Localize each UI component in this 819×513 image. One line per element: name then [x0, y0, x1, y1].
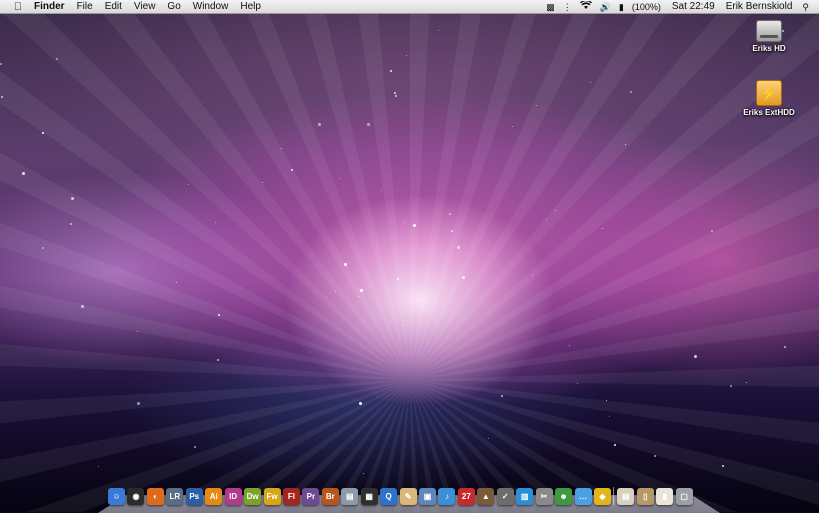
- menu-file[interactable]: File: [71, 0, 99, 14]
- star: [41, 132, 44, 135]
- apple-icon[interactable]: : [8, 0, 28, 14]
- star: [437, 29, 439, 31]
- star: [602, 227, 604, 229]
- dock-item-trash[interactable]: ▢: [675, 488, 693, 505]
- menu-edit[interactable]: Edit: [99, 0, 128, 14]
- dock-item-chart[interactable]: ▥: [516, 488, 534, 505]
- dock-item-accounts[interactable]: ☻: [555, 488, 573, 505]
- star: [358, 401, 362, 405]
- menu-help[interactable]: Help: [234, 0, 267, 14]
- star: [70, 196, 74, 200]
- dock: ☺ ◉ ◐ LR Ps Ai ID Dw Fw Fl Pr Br ▤ ▦ Q ✎ ▣ ♪ 27 ▲ ✓ ▥ ✂ ☻… ◆ ▤ ▯ ▮ ▢: [108, 485, 695, 505]
- menu-window[interactable]: Window: [187, 0, 235, 14]
- star: [404, 221, 406, 223]
- star: [393, 92, 396, 95]
- dock-item-utilities[interactable]: ✂: [535, 488, 553, 505]
- bluetooth-icon[interactable]: ⋮: [559, 0, 576, 14]
- star: [412, 223, 416, 227]
- dock-item-adium[interactable]: ◆: [593, 488, 611, 505]
- star: [609, 415, 611, 417]
- star: [710, 229, 713, 232]
- user-name[interactable]: Erik Bernskiold: [722, 0, 797, 14]
- menu-view[interactable]: View: [128, 0, 162, 14]
- clock[interactable]: Sat 22:49: [665, 0, 722, 14]
- dock-item-itunes[interactable]: ♪: [438, 488, 456, 505]
- dock-item-keynote[interactable]: ▲: [477, 488, 495, 505]
- dock-item-dreamweaver[interactable]: Dw: [244, 488, 262, 505]
- star: [629, 90, 632, 93]
- desktop-icon-label: Eriks ExtHDD: [743, 108, 795, 117]
- star: [448, 212, 451, 215]
- star: [554, 209, 556, 211]
- dock-item-quicktime[interactable]: Q: [380, 488, 398, 505]
- spotlight-icon[interactable]: ⚲: [796, 0, 815, 14]
- dock-item-script-editor[interactable]: ✓: [496, 488, 514, 505]
- star: [693, 355, 697, 359]
- star: [722, 464, 725, 467]
- star: [500, 394, 503, 397]
- star: [535, 104, 537, 106]
- hard-drive-icon: [756, 20, 782, 42]
- star: [343, 262, 347, 266]
- external-drive-icon: ⚡: [756, 80, 782, 106]
- dock-item-finder[interactable]: ☺: [108, 488, 125, 505]
- star: [361, 251, 363, 253]
- dock-item-firefox[interactable]: ◐: [146, 488, 164, 505]
- star: [175, 281, 177, 283]
- desktop-icon-eriks-hd[interactable]: Eriks HD: [734, 20, 804, 53]
- dock-item-documents[interactable]: ▤: [617, 488, 635, 505]
- star: [605, 400, 607, 401]
- battery-icon[interactable]: ▮: [615, 0, 628, 14]
- dock-item-premiere[interactable]: Pr: [302, 488, 320, 505]
- dock-item-illustrator[interactable]: Ai: [205, 488, 223, 505]
- wifi-icon[interactable]: [576, 0, 596, 14]
- dock-item-indesign[interactable]: ID: [224, 488, 242, 505]
- status-area: ▩ ⋮ 🔊 ▮ (100%) Sat 22:49 Erik Bernskiold…: [542, 0, 815, 14]
- star: [0, 62, 3, 65]
- desktop-icon-eriks-exthdd[interactable]: ⚡ Eriks ExtHDD: [734, 80, 804, 117]
- volume-icon[interactable]: 🔊: [596, 0, 615, 14]
- star: [397, 277, 400, 280]
- dock-separator: [613, 487, 615, 505]
- star: [511, 125, 513, 127]
- desktop-icon-label: Eriks HD: [752, 44, 786, 53]
- menu-bar:  Finder File Edit View Go Window Help ▩…: [0, 0, 819, 14]
- menu-go[interactable]: Go: [161, 0, 186, 14]
- dock-item-clapperboard[interactable]: ▦: [360, 488, 378, 505]
- battery-percent[interactable]: (100%): [628, 0, 665, 14]
- dock-item-stack[interactable]: ▮: [656, 488, 674, 505]
- star: [406, 324, 408, 326]
- star: [450, 229, 453, 232]
- dock-item-ical[interactable]: 27: [457, 488, 475, 505]
- star: [0, 95, 3, 98]
- star: [380, 189, 382, 191]
- star: [187, 183, 189, 185]
- star: [745, 382, 747, 384]
- dock-item-preview[interactable]: ▣: [419, 488, 436, 505]
- dock-item-fireworks[interactable]: Fw: [263, 488, 281, 505]
- dock-item-bridge[interactable]: Br: [321, 488, 339, 505]
- dock-item-flash[interactable]: Fl: [282, 488, 300, 505]
- menu-app-name[interactable]: Finder: [28, 0, 71, 14]
- dock-item-downloads[interactable]: ▯: [636, 488, 654, 505]
- star: [457, 245, 461, 249]
- dock-item-dashboard[interactable]: ◉: [127, 488, 145, 505]
- star: [783, 346, 786, 349]
- star: [389, 70, 392, 73]
- dock-item-lightroom[interactable]: LR: [166, 488, 184, 505]
- star: [334, 291, 336, 293]
- star: [590, 81, 591, 83]
- wallpaper-rays: [0, 0, 819, 512]
- dock-item-textedit[interactable]: ✎: [399, 488, 417, 505]
- display-icon[interactable]: ▩: [542, 0, 559, 14]
- dock-item-ichat[interactable]: …: [574, 488, 592, 505]
- star: [317, 122, 321, 126]
- dock-item-trash-folder[interactable]: ▤: [341, 488, 359, 505]
- star: [367, 122, 371, 126]
- dock-item-photoshop[interactable]: Ps: [185, 488, 203, 505]
- star: [55, 58, 58, 61]
